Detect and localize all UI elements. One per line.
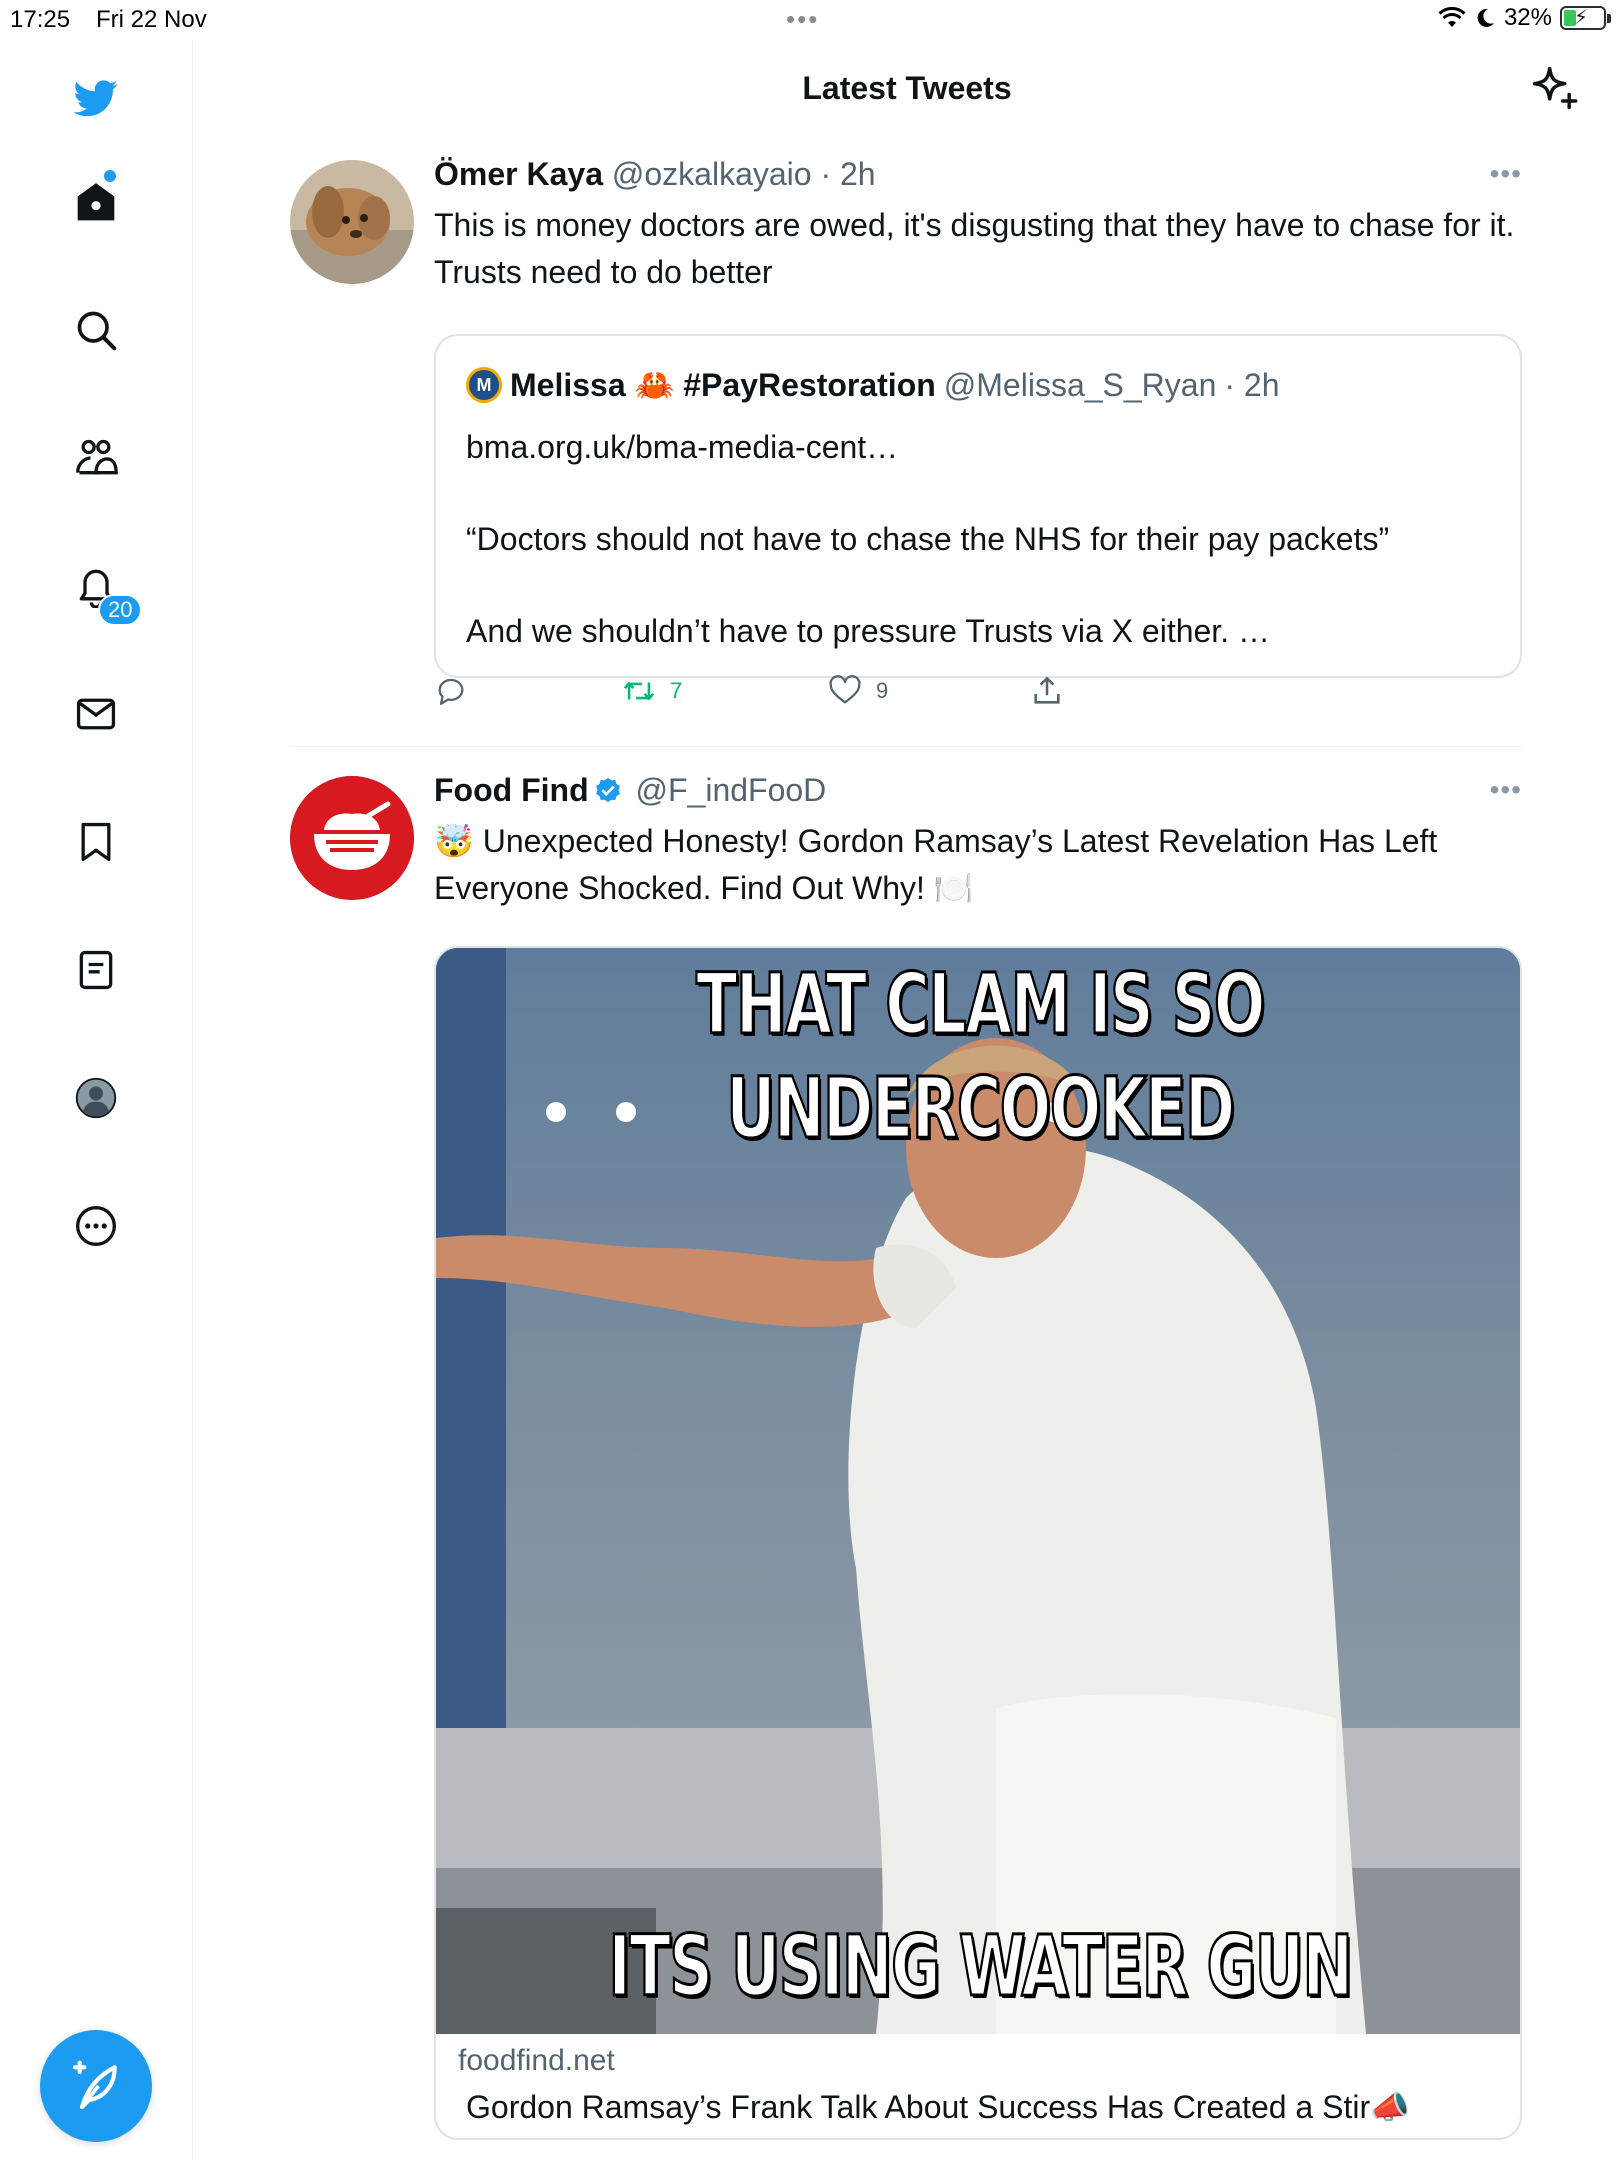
tweet-header: Food Find @F_indFooD: [434, 772, 826, 809]
battery-percent: 32%: [1503, 4, 1552, 31]
retweet-count: 7: [670, 678, 683, 703]
sparkle-icon[interactable]: [1528, 62, 1580, 114]
more-icon[interactable]: [66, 1196, 126, 1256]
quoted-tweet-time: · 2h: [1224, 366, 1280, 403]
share-icon: [1034, 676, 1060, 704]
card-title[interactable]: Gordon Ramsay’s Frank Talk About Success…: [466, 2088, 1410, 2126]
home-icon[interactable]: [66, 172, 126, 232]
profile-icon[interactable]: [66, 1068, 126, 1128]
messages-icon[interactable]: [66, 684, 126, 744]
status-date: Fri 22 Nov: [96, 6, 207, 33]
quoted-avatar[interactable]: M: [466, 367, 502, 403]
tweet-divider: [290, 746, 1522, 747]
moon-icon: [1477, 8, 1494, 27]
twitter-logo-icon[interactable]: [66, 68, 126, 128]
reply-button[interactable]: [434, 674, 482, 708]
quoted-tweet[interactable]: M Melissa 🦀 #PayRestoration @Melissa_S_R…: [434, 334, 1522, 678]
timeline-header: Latest Tweets: [194, 40, 1620, 140]
compose-button[interactable]: [40, 2030, 152, 2142]
multitasking-dots-icon[interactable]: •••: [786, 4, 819, 35]
retweet-button[interactable]: 7: [622, 674, 682, 708]
communities-icon[interactable]: [66, 428, 126, 488]
meme-top-text: THAT CLAM IS SO UNDERCOOKED: [695, 954, 1266, 1159]
status-right: 32% ⚡: [1438, 4, 1611, 32]
status-bar: 17:25 Fri 22 Nov ••• 32% ⚡: [0, 0, 1620, 40]
share-button[interactable]: [1030, 674, 1064, 708]
home-notification-dot: [104, 170, 116, 182]
tweet-text: 🤯 Unexpected Honesty! Gordon Ramsay’s La…: [434, 823, 1438, 906]
card-image[interactable]: THAT CLAM IS SO UNDERCOOKED ITS USING WA…: [436, 948, 1520, 2034]
tweet-text: This is money doctors are owed, it's dis…: [434, 207, 1515, 290]
avatar[interactable]: [290, 776, 414, 900]
tweet[interactable]: Food Find @F_indFooD ••• 🤯 Unexpected Ho…: [290, 772, 1522, 2160]
bookmarks-icon[interactable]: [66, 812, 126, 872]
search-icon[interactable]: [66, 300, 126, 360]
retweet-icon: [623, 681, 655, 701]
page-title: Latest Tweets: [802, 70, 1012, 106]
card-domain[interactable]: foodfind.net: [458, 2044, 615, 2078]
like-count: 9: [876, 678, 889, 703]
heart-icon: [829, 675, 861, 704]
more-options-icon[interactable]: •••: [1490, 158, 1522, 190]
compose-feather-icon: [72, 2060, 117, 2110]
status-time: 17:25: [10, 6, 71, 33]
reply-icon: [438, 678, 464, 705]
author-handle[interactable]: @ozkalkayaio: [612, 156, 812, 192]
like-button[interactable]: 9: [828, 674, 888, 708]
bolt-icon: ⚡: [1574, 7, 1589, 29]
tweet-time[interactable]: · 2h: [820, 156, 875, 192]
notifications-badge: 20: [98, 594, 143, 626]
author-name[interactable]: Ömer Kaya: [434, 156, 603, 192]
sidebar: 20: [0, 40, 193, 2160]
lists-icon[interactable]: [66, 940, 126, 1000]
quoted-author-handle[interactable]: @Melissa_S_Ryan: [944, 367, 1217, 404]
author-name[interactable]: Food Find: [434, 772, 589, 808]
meme-bottom-text: ITS USING WATER GUN: [607, 1916, 1354, 2017]
avatar[interactable]: [290, 160, 414, 284]
wifi-icon: [1438, 7, 1466, 27]
tweet[interactable]: Ömer Kaya @ozkalkayaio · 2h ••• This is …: [290, 156, 1522, 740]
quoted-tweet-header: M Melissa 🦀 #PayRestoration @Melissa_S_R…: [466, 366, 1280, 404]
quoted-author-name[interactable]: Melissa 🦀 #PayRestoration: [510, 366, 936, 404]
verified-badge-icon: [595, 777, 620, 803]
battery-charging-icon: ⚡: [1560, 6, 1611, 30]
more-options-icon[interactable]: •••: [1490, 774, 1522, 806]
author-handle[interactable]: @F_indFooD: [636, 772, 827, 808]
quoted-tweet-text: bma.org.uk/bma-media-cent… “Doctors shou…: [466, 429, 1390, 649]
tweet-header: Ömer Kaya @ozkalkayaio · 2h: [434, 156, 876, 193]
link-card[interactable]: THAT CLAM IS SO UNDERCOOKED ITS USING WA…: [434, 946, 1522, 2140]
